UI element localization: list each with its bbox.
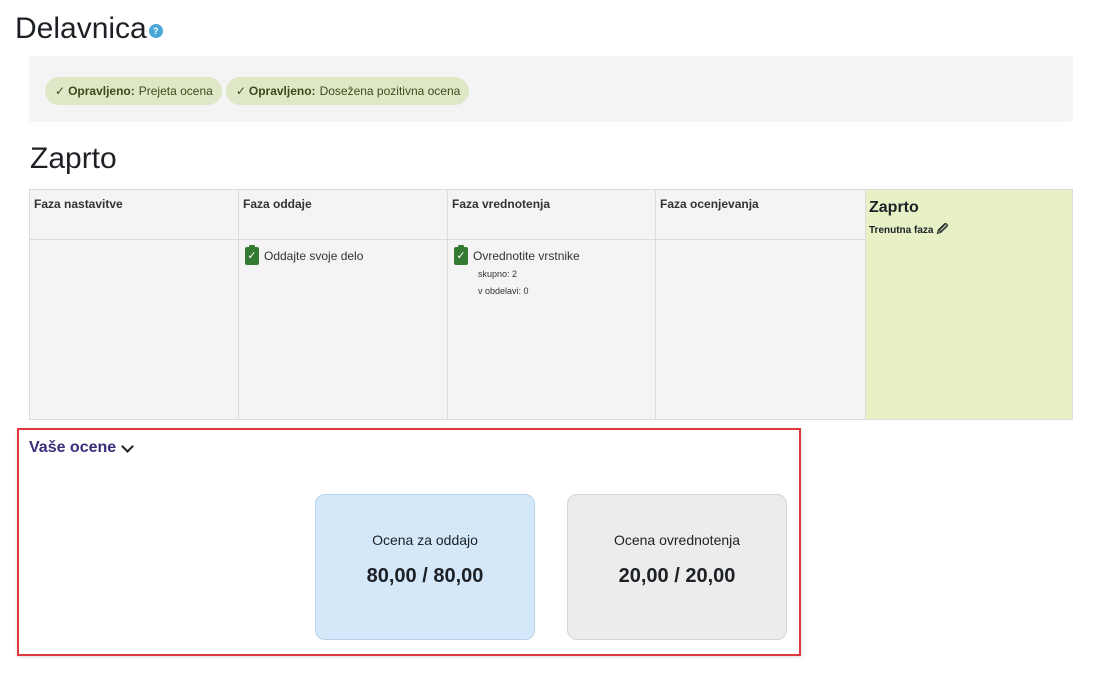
current-phase-label: Trenutna faza 🖉	[869, 221, 1069, 240]
phase-closed-active: Zaprto Trenutna faza 🖉	[865, 190, 1072, 419]
submission-grade-value: 80,00 / 80,00	[366, 565, 484, 587]
assessment-grade-card: Ocena ovrednotenja 20,00 / 20,00	[567, 494, 787, 640]
check-icon: ✓	[55, 84, 66, 98]
your-grades-toggle[interactable]: Vaše ocene	[29, 439, 135, 457]
completion-status: Opravljeno:	[68, 84, 135, 98]
your-grades-label: Vaše ocene	[29, 439, 117, 456]
clipboard-check-icon	[454, 245, 468, 265]
phase-tasks	[30, 240, 238, 254]
phase-submission: Faza oddaje Oddajte svoje delo	[238, 190, 447, 419]
page-title-text: Delavnica	[15, 12, 147, 45]
task-submit-work[interactable]: Oddajte svoje delo	[245, 245, 441, 265]
submission-grade-label: Ocena za oddajo	[372, 532, 478, 548]
completion-badge-passing-grade: ✓ Opravljeno: Dosežena pozitivna ocena	[225, 77, 470, 105]
phase-tasks: Ovrednotite vrstnike skupno: 2 v obdelav…	[448, 240, 655, 307]
task-detail-total: skupno: 2	[478, 269, 518, 279]
workshop-page: Delavnica ? ✓ Opravljeno: Prejeta ocena …	[0, 0, 1104, 678]
task-label: Ovrednotite vrstnike	[473, 249, 580, 263]
chevron-down-icon	[121, 440, 135, 453]
assessment-grade-label: Ocena ovrednotenja	[613, 532, 741, 548]
phase-tasks: Oddajte svoje delo	[239, 240, 447, 272]
task-details: skupno: 2 v obdelavi: 0	[478, 266, 649, 300]
phase-tasks	[656, 240, 865, 254]
your-grades-section: Vaše ocene Ocena za oddajo 80,00 / 80,00…	[17, 428, 801, 656]
completion-status: Opravljeno:	[248, 84, 316, 98]
completion-text: Prejeta ocena	[138, 84, 213, 98]
phase-evaluation: Faza ocenjevanja	[655, 190, 865, 419]
phase-header: Faza nastavitve	[30, 190, 238, 240]
page-title: Delavnica ?	[15, 10, 163, 48]
phase-planner: Faza nastavitve Faza oddaje Oddajte svoj…	[29, 189, 1073, 420]
help-icon[interactable]: ?	[148, 24, 163, 38]
pen-icon: 🖉	[936, 224, 949, 236]
assessment-grade-value: 20,00 / 20,00	[618, 565, 736, 587]
active-phase-name: Zaprto	[869, 199, 919, 216]
submission-grade-card: Ocena za oddajo 80,00 / 80,00	[315, 494, 535, 640]
current-phase-heading: Zaprto	[30, 142, 117, 175]
check-icon: ✓	[235, 84, 246, 98]
phase-assessment: Faza vrednotenja Ovrednotite vrstnike sk…	[447, 190, 655, 419]
completion-info: ✓ Opravljeno: Prejeta ocena ✓ Opravljeno…	[29, 56, 1073, 122]
phase-header: Faza ocenjevanja	[656, 190, 865, 240]
phase-header: Faza vrednotenja	[448, 190, 655, 240]
phase-header: Faza oddaje	[239, 190, 447, 240]
phase-setup: Faza nastavitve	[30, 190, 238, 419]
task-label: Oddajte svoje delo	[264, 249, 364, 263]
completion-badges: ✓ Opravljeno: Prejeta ocena ✓ Opravljeno…	[45, 77, 470, 105]
task-assess-peers[interactable]: Ovrednotite vrstnike	[454, 245, 649, 265]
completion-text: Dosežena pozitivna ocena	[319, 84, 461, 98]
task-detail-pending: v obdelavi: 0	[478, 286, 529, 296]
current-phase-text: Trenutna faza	[869, 225, 934, 236]
clipboard-check-icon	[245, 245, 259, 265]
completion-badge-received-grade: ✓ Opravljeno: Prejeta ocena	[45, 77, 222, 105]
